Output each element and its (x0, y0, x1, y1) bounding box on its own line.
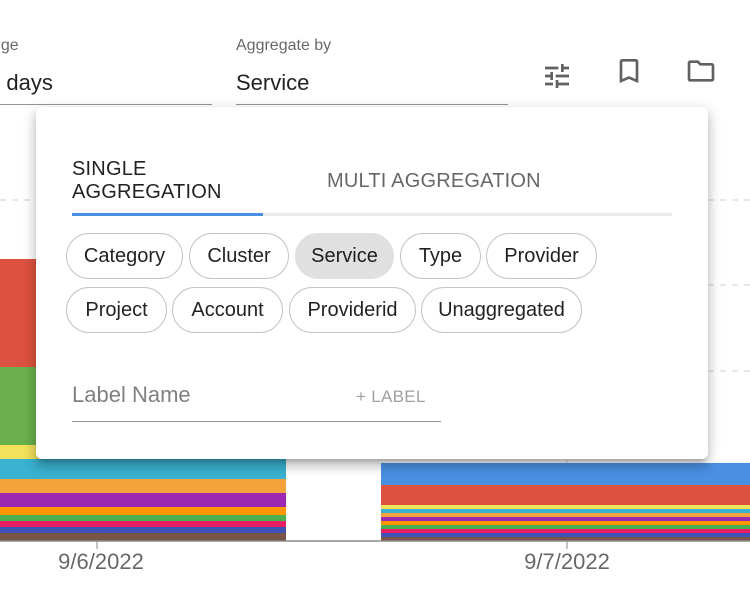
bookmark-icon (619, 59, 639, 83)
bar-segment (381, 463, 750, 485)
filter-settings-button[interactable] (537, 56, 577, 96)
chip-category[interactable]: Category (66, 233, 183, 279)
folder-button[interactable] (681, 51, 721, 91)
bar-segment (0, 507, 286, 515)
bar-segment (0, 493, 286, 507)
date-range-underline (0, 104, 212, 105)
active-tab-indicator (72, 213, 263, 216)
chip-provider[interactable]: Provider (486, 233, 597, 279)
bar-stack-9-7-2022 (381, 463, 750, 541)
label-name-input[interactable] (72, 375, 342, 415)
date-range-select[interactable]: nge 7 days (0, 0, 212, 110)
chip-project[interactable]: Project (66, 287, 167, 333)
bar-segment (0, 479, 286, 493)
tab-single-aggregation[interactable]: SINGLE AGGREGATION (72, 149, 263, 213)
chip-cluster[interactable]: Cluster (189, 233, 289, 279)
chip-type[interactable]: Type (400, 233, 481, 279)
bookmark-button[interactable] (609, 51, 649, 91)
label-name-underline (72, 421, 441, 422)
chip-unaggregated[interactable]: Unaggregated (421, 287, 582, 333)
aggregation-panel: SINGLE AGGREGATION MULTI AGGREGATION Cat… (36, 107, 708, 459)
x-tick-label: 9/7/2022 (524, 549, 610, 574)
bar-segment (381, 509, 750, 513)
x-tick-label: 9/6/2022 (58, 549, 144, 574)
label-name-field: + LABEL (72, 375, 441, 423)
bar-segment (381, 529, 750, 533)
aggregate-by-select[interactable]: Aggregate by Service (236, 0, 508, 110)
date-range-label: nge (0, 37, 19, 54)
aggregate-by-label: Aggregate by (236, 37, 332, 54)
add-label-button[interactable]: + LABEL (356, 387, 426, 407)
tab-multi-aggregation[interactable]: MULTI AGGREGATION (327, 149, 572, 213)
aggregation-tabs: SINGLE AGGREGATION MULTI AGGREGATION (72, 149, 672, 216)
bar-segment (381, 513, 750, 517)
bar-segment (0, 533, 286, 541)
chip-service[interactable]: Service (295, 233, 394, 279)
bar-segment (0, 521, 286, 527)
date-range-value: 7 days (0, 70, 53, 95)
chip-account[interactable]: Account (172, 287, 283, 333)
bar-segment (381, 533, 750, 537)
bar-segment (381, 521, 750, 525)
bar-segment (0, 527, 286, 533)
bar-segment (381, 505, 750, 509)
aggregate-by-underline (236, 104, 508, 105)
bar-segment (0, 515, 286, 521)
bar-segment (0, 459, 286, 479)
tune-icon (545, 64, 569, 88)
bar-segment (381, 525, 750, 529)
bar-segment (381, 485, 750, 505)
bar-segment (381, 517, 750, 521)
folder-icon (687, 60, 715, 82)
aggregate-by-value: Service (236, 70, 310, 95)
chip-providerid[interactable]: Providerid (289, 287, 416, 333)
